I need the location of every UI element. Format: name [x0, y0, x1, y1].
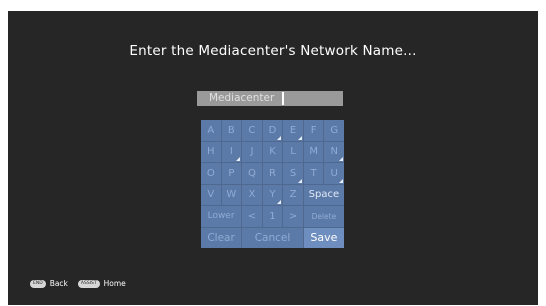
key-next[interactable]: >	[283, 206, 303, 227]
key-o[interactable]: O	[201, 163, 221, 184]
key-b[interactable]: B	[221, 120, 242, 141]
page-title: Enter the Mediacenter's Network Name...	[129, 43, 417, 59]
key-h[interactable]: H	[201, 141, 221, 162]
on-screen-keyboard: A B C D E F G H I J K L M N O P Q R S T …	[201, 120, 344, 248]
key-g[interactable]: G	[324, 120, 344, 141]
key-w[interactable]: W	[221, 184, 242, 205]
key-prev[interactable]: <	[242, 206, 262, 227]
key-t[interactable]: T	[303, 163, 324, 184]
clear-button[interactable]: Clear	[201, 227, 242, 248]
save-button[interactable]: Save	[303, 227, 344, 248]
key-m[interactable]: M	[303, 141, 324, 162]
key-delete[interactable]: Delete	[303, 206, 344, 227]
key-f[interactable]: F	[303, 120, 324, 141]
key-x[interactable]: X	[242, 184, 262, 205]
footer-hints: END Back ASSIST Home	[30, 279, 126, 288]
key-l[interactable]: L	[283, 141, 303, 162]
key-j[interactable]: J	[242, 141, 262, 162]
key-k[interactable]: K	[262, 141, 283, 162]
key-number[interactable]: 1	[262, 206, 283, 227]
back-hint-label: Back	[49, 279, 68, 288]
key-space[interactable]: Space	[303, 184, 344, 205]
key-v[interactable]: V	[201, 184, 221, 205]
network-name-input[interactable]: Mediacenter	[197, 91, 343, 106]
key-s[interactable]: S	[283, 163, 303, 184]
key-n[interactable]: N	[324, 141, 344, 162]
network-name-value: Mediacenter	[209, 92, 275, 104]
key-r[interactable]: R	[262, 163, 283, 184]
text-cursor	[282, 92, 284, 105]
key-e[interactable]: E	[283, 120, 303, 141]
key-u[interactable]: U	[324, 163, 344, 184]
tv-screen: Enter the Mediacenter's Network Name... …	[8, 11, 538, 305]
key-p[interactable]: P	[221, 163, 242, 184]
key-a[interactable]: A	[201, 120, 221, 141]
key-y[interactable]: Y	[262, 184, 283, 205]
home-hint-label: Home	[103, 279, 126, 288]
assist-button-icon: ASSIST	[77, 279, 100, 288]
key-i[interactable]: I	[221, 141, 242, 162]
cancel-button[interactable]: Cancel	[242, 227, 303, 248]
key-lower[interactable]: Lower	[201, 206, 242, 227]
key-c[interactable]: C	[242, 120, 262, 141]
key-q[interactable]: Q	[242, 163, 262, 184]
end-button-icon: END	[30, 279, 46, 288]
key-d[interactable]: D	[262, 120, 283, 141]
key-z[interactable]: Z	[283, 184, 303, 205]
